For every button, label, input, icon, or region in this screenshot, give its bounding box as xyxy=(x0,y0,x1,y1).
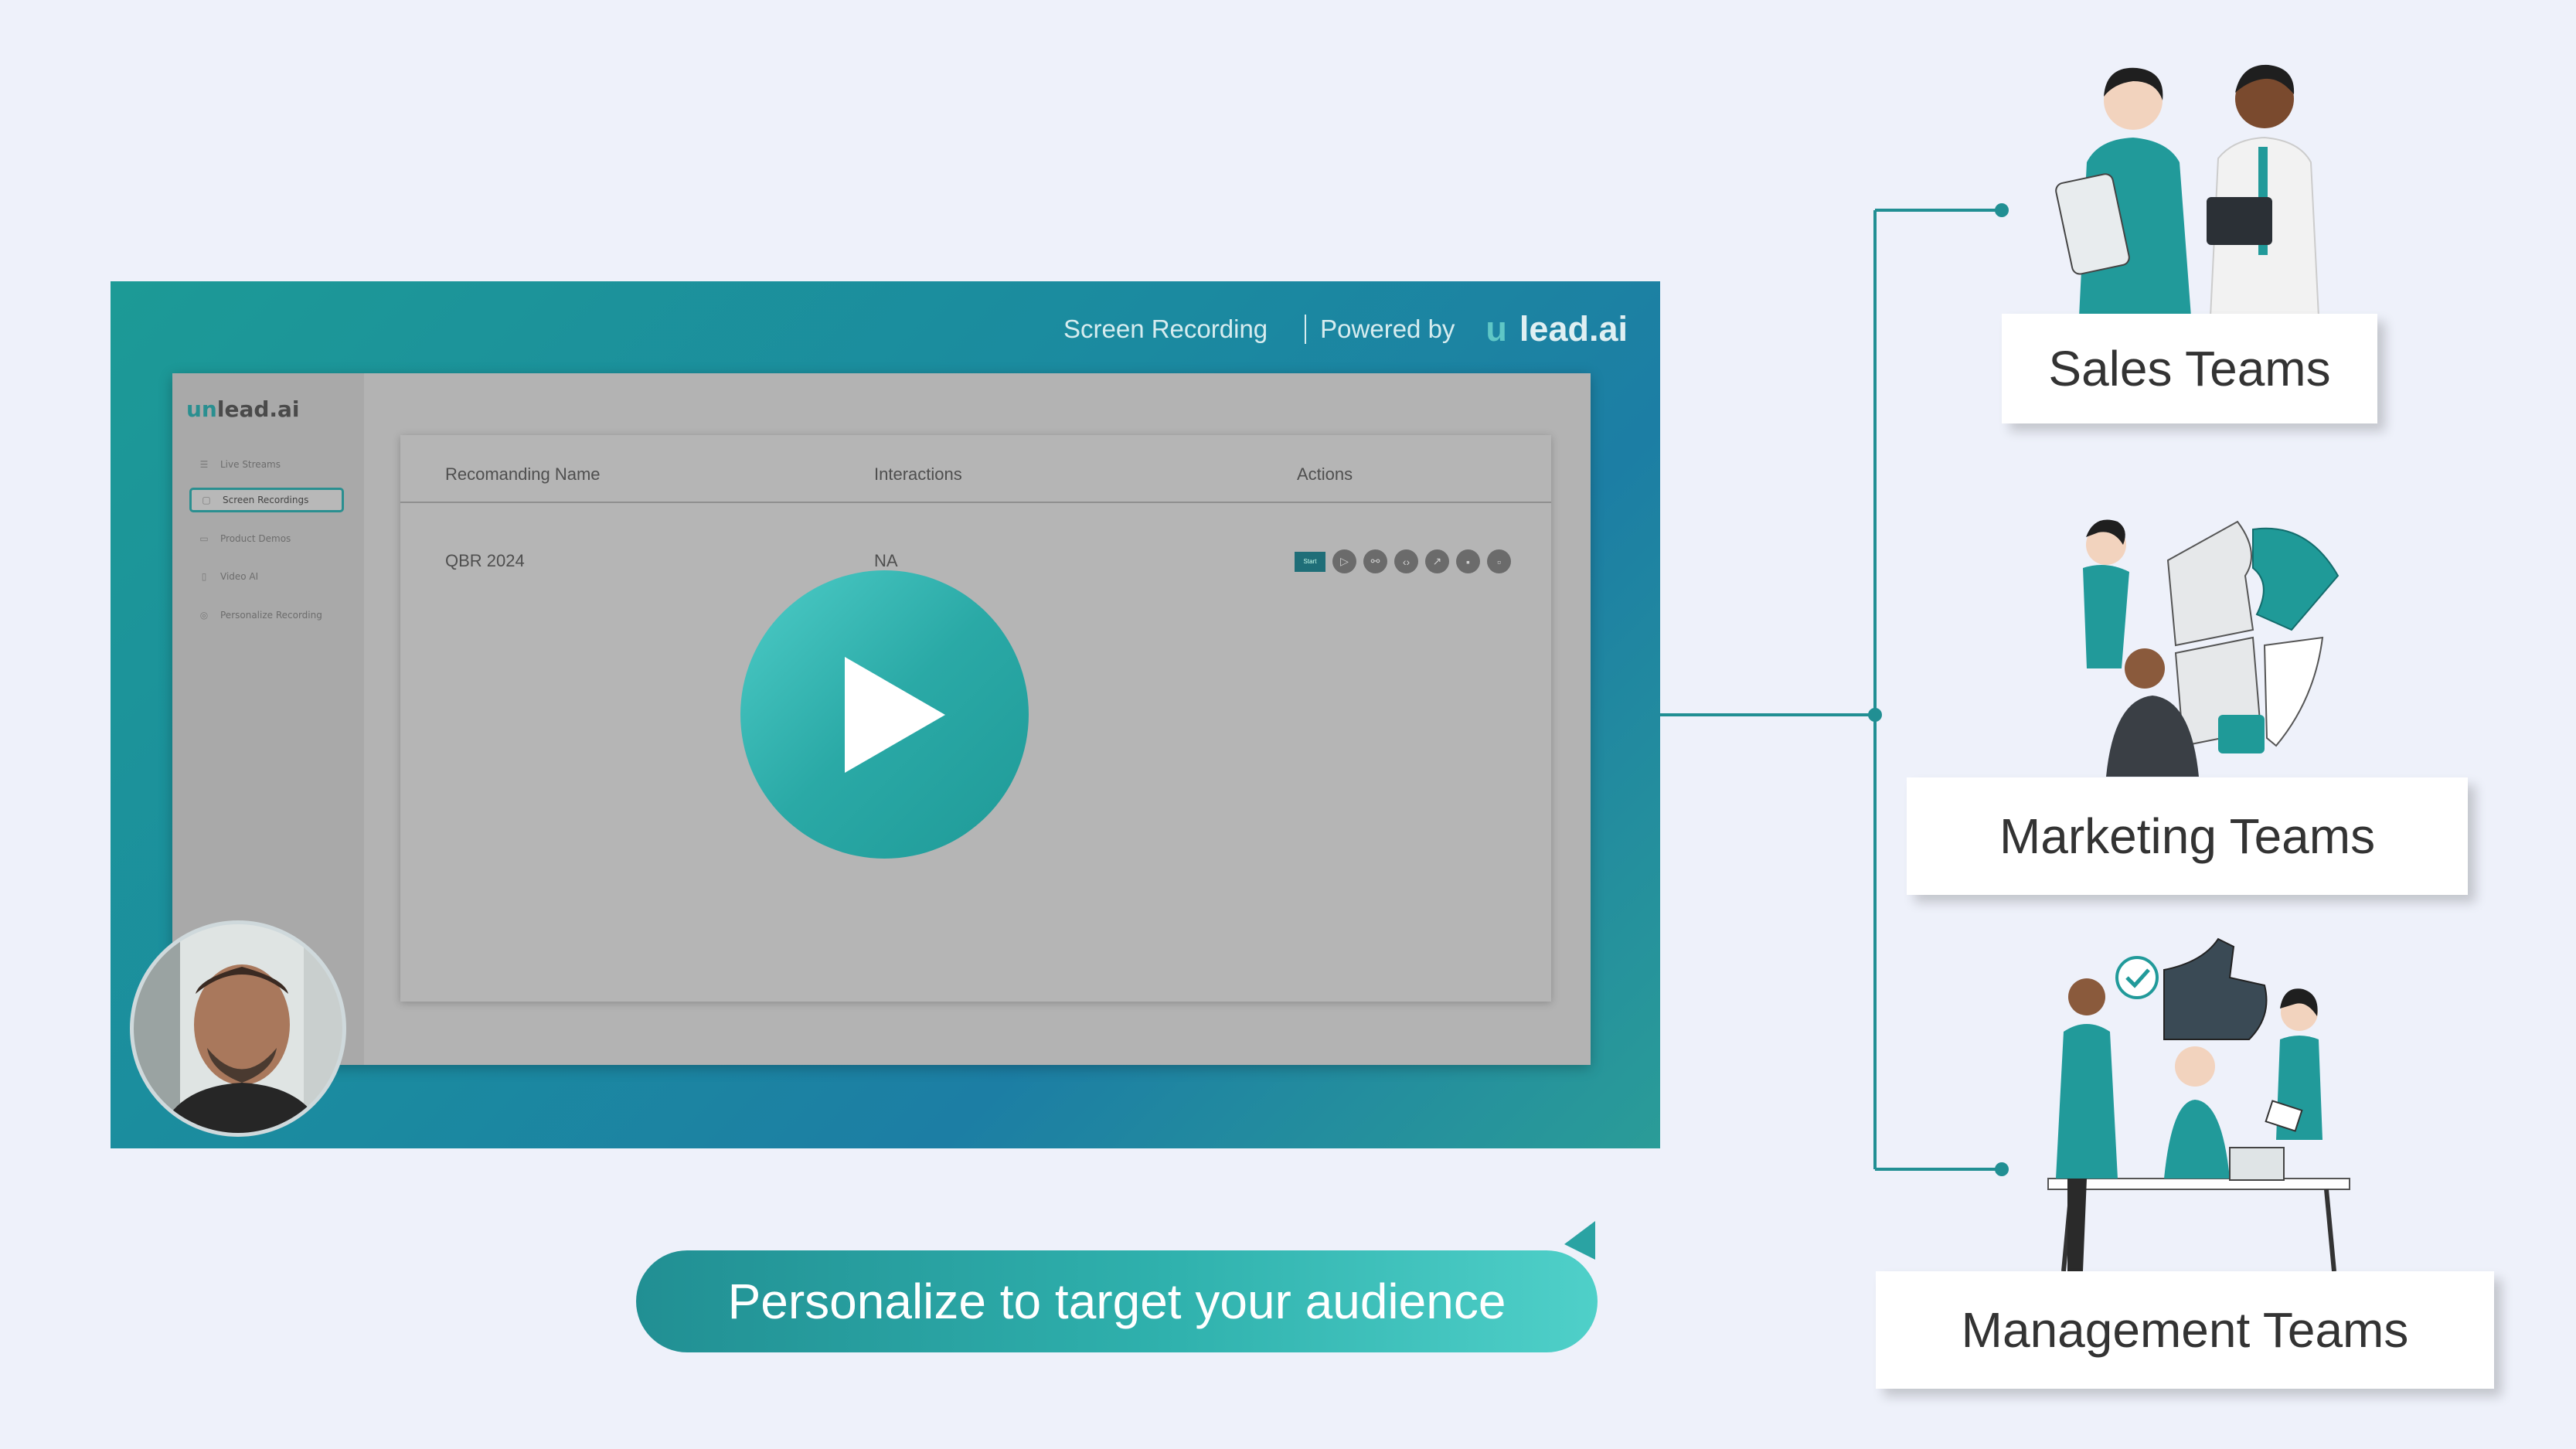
marketing-teams-card: Marketing Teams xyxy=(1907,777,2468,895)
sales-teams-card: Sales Teams xyxy=(2002,314,2377,423)
management-teams-card: Management Teams xyxy=(1876,1271,2494,1389)
marketing-team-illustration-icon xyxy=(2083,519,2339,777)
sales-team-illustration-icon xyxy=(2055,64,2320,317)
management-team-illustration-icon xyxy=(2047,937,2350,1271)
